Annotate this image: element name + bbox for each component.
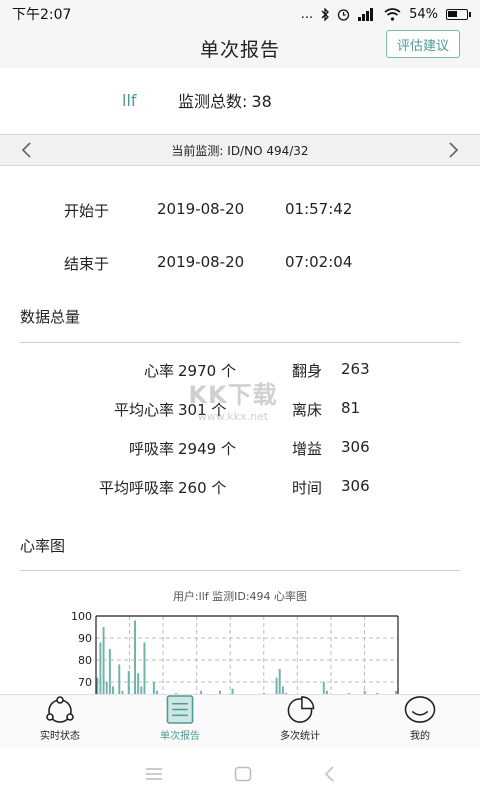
chart-bar [108, 649, 111, 694]
tab-multi-stats[interactable]: 多次统计 [240, 695, 360, 748]
chart-bar [102, 627, 105, 694]
tab-label: 单次报告 [160, 731, 200, 742]
chart-bar [278, 668, 281, 694]
status-time: 下午2:07 [12, 7, 72, 23]
menu-icon[interactable] [145, 767, 163, 781]
chart-bar [152, 682, 155, 694]
stat-value: 263 [341, 360, 370, 378]
battery-percent: 54% [409, 6, 438, 22]
stat-label: 心率 [143, 362, 174, 380]
stat-label: 时间 [292, 479, 323, 497]
bottom-tab-bar: 实时状态 单次报告 多次统计 我的 [0, 694, 480, 748]
page-title: 单次报告 [199, 38, 280, 61]
stat-value: 306 [341, 477, 370, 495]
chart-bar [137, 673, 140, 694]
stat-label: 平均心率 [113, 401, 174, 419]
divider [20, 570, 460, 571]
start-time: 01:57:42 [285, 200, 353, 218]
chart-bar [118, 664, 121, 694]
monitor-count-value: 38 [251, 92, 272, 111]
stat-value: 2970 个 [178, 362, 236, 380]
alarm-icon [337, 8, 350, 21]
battery-icon [446, 8, 471, 20]
signal-icon [358, 7, 374, 21]
smiley-icon [404, 696, 436, 723]
chart-bar [275, 677, 278, 694]
stat-value: 301 个 [178, 401, 227, 419]
tab-single-report[interactable]: 单次报告 [120, 695, 240, 748]
stat-value: 260 个 [178, 479, 227, 497]
chart-bar [140, 686, 143, 694]
end-date: 2019-08-20 [157, 253, 245, 271]
user-name: llf [122, 90, 137, 110]
chevron-right-icon[interactable] [448, 142, 460, 158]
tab-label: 我的 [410, 731, 430, 742]
chart-bar [143, 642, 146, 694]
tab-mine[interactable]: 我的 [360, 695, 480, 748]
heart-rate-chart: 100 90 80 70 [71, 610, 399, 694]
stat-value: 81 [341, 399, 361, 417]
stat-label: 增益 [292, 440, 323, 458]
stat-value: 2949 个 [178, 440, 236, 458]
chart-bar [322, 682, 325, 694]
stat-label: 呼吸率 [128, 440, 174, 458]
back-icon[interactable] [323, 766, 335, 782]
chart-bar [134, 620, 136, 694]
stat-row: 平均呼吸率 260 个 时间 306 [0, 477, 480, 499]
evaluation-advice-button[interactable]: 评估建议 [385, 30, 460, 58]
chart-tick-label: 80 [78, 654, 92, 667]
current-monitor-label: 当前监测: ID/NO 494/32 [171, 143, 309, 158]
start-date: 2019-08-20 [157, 200, 245, 218]
chart-tick-label: 70 [78, 676, 92, 689]
end-time: 07:02:04 [285, 253, 353, 271]
chart-bar [99, 642, 102, 694]
pie-chart-icon [287, 696, 315, 723]
stat-row: 心率 2970 个 翻身 263 [0, 360, 480, 382]
divider [20, 342, 460, 343]
tab-label: 实时状态 [40, 731, 80, 742]
bluetooth-icon [321, 7, 330, 21]
heart-rate-chart-title: 心率图 [20, 537, 66, 555]
monitor-count-label: 监测总数: [178, 92, 248, 111]
stat-value: 306 [341, 438, 370, 456]
chart-bar [112, 686, 114, 694]
tab-realtime-status[interactable]: 实时状态 [0, 695, 120, 748]
wifi-icon [384, 7, 401, 21]
stat-label: 翻身 [292, 362, 323, 380]
chart-bar [127, 671, 130, 694]
chart-tick-label: 100 [71, 610, 92, 623]
more-dots-icon: ... [300, 6, 314, 22]
system-nav-bar [0, 748, 480, 800]
monitor-count: 监测总数: 38 [178, 88, 272, 112]
chart-bar [281, 686, 284, 694]
status-bar: 下午2:07 ... 54% [0, 0, 480, 28]
title-bar: 单次报告 评估建议 [0, 28, 480, 68]
chevron-left-icon[interactable] [20, 142, 32, 158]
home-icon[interactable] [234, 766, 252, 782]
current-monitor-bar: 当前监测: ID/NO 494/32 [0, 134, 480, 166]
chart-bar [105, 682, 108, 694]
tab-label: 多次统计 [280, 731, 320, 742]
status-icons: ... 54% [300, 6, 471, 22]
stat-label: 平均呼吸率 [98, 479, 174, 497]
chart-caption: 用户:llf 监测ID:494 心率图 [172, 590, 308, 603]
report-icon [166, 695, 194, 724]
stat-label: 离床 [292, 401, 323, 419]
share-circle-icon [46, 696, 74, 723]
chart-tick-label: 90 [78, 632, 92, 645]
summary-row: llf 监测总数: 38 [0, 72, 480, 128]
end-label: 结束于 [64, 255, 110, 273]
start-label: 开始于 [64, 202, 110, 220]
stat-row: 呼吸率 2949 个 增益 306 [0, 438, 480, 460]
data-total-title: 数据总量 [20, 308, 81, 326]
stat-row: 平均心率 301 个 离床 81 [0, 399, 480, 421]
